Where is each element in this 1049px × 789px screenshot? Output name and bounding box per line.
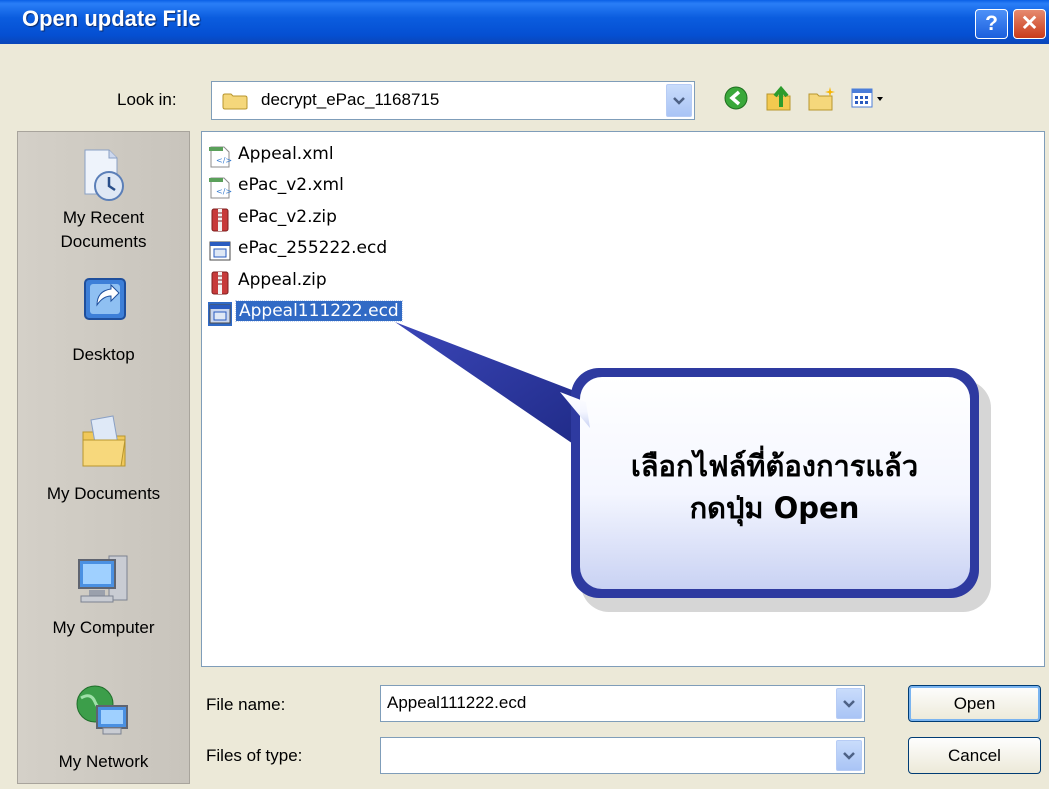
file-name-dropdown-arrow[interactable] — [836, 688, 862, 719]
callout-text: เลือกไฟล์ที่ต้องการแล้ว กดปุ่ม Open — [572, 445, 977, 529]
callout-bubble — [395, 322, 991, 612]
file-name-value: Appeal111222.ecd — [387, 693, 527, 712]
chevron-down-icon — [843, 751, 855, 760]
files-of-type-label: Files of type: — [206, 746, 303, 765]
callout-line-2: กดปุ่ม Open — [689, 491, 860, 525]
open-button[interactable]: Open — [908, 685, 1041, 722]
file-name-label: File name: — [206, 695, 286, 714]
chevron-down-icon — [843, 699, 855, 708]
files-of-type-dropdown[interactable] — [380, 737, 865, 774]
files-of-type-dropdown-arrow[interactable] — [836, 740, 862, 771]
callout-line-1: เลือกไฟล์ที่ต้องการแล้ว — [630, 449, 919, 483]
open-file-dialog: Open update File ? ✕ Look in: decrypt_eP… — [0, 0, 1049, 789]
file-name-field[interactable]: Appeal111222.ecd — [380, 685, 865, 722]
cancel-button[interactable]: Cancel — [908, 737, 1041, 774]
